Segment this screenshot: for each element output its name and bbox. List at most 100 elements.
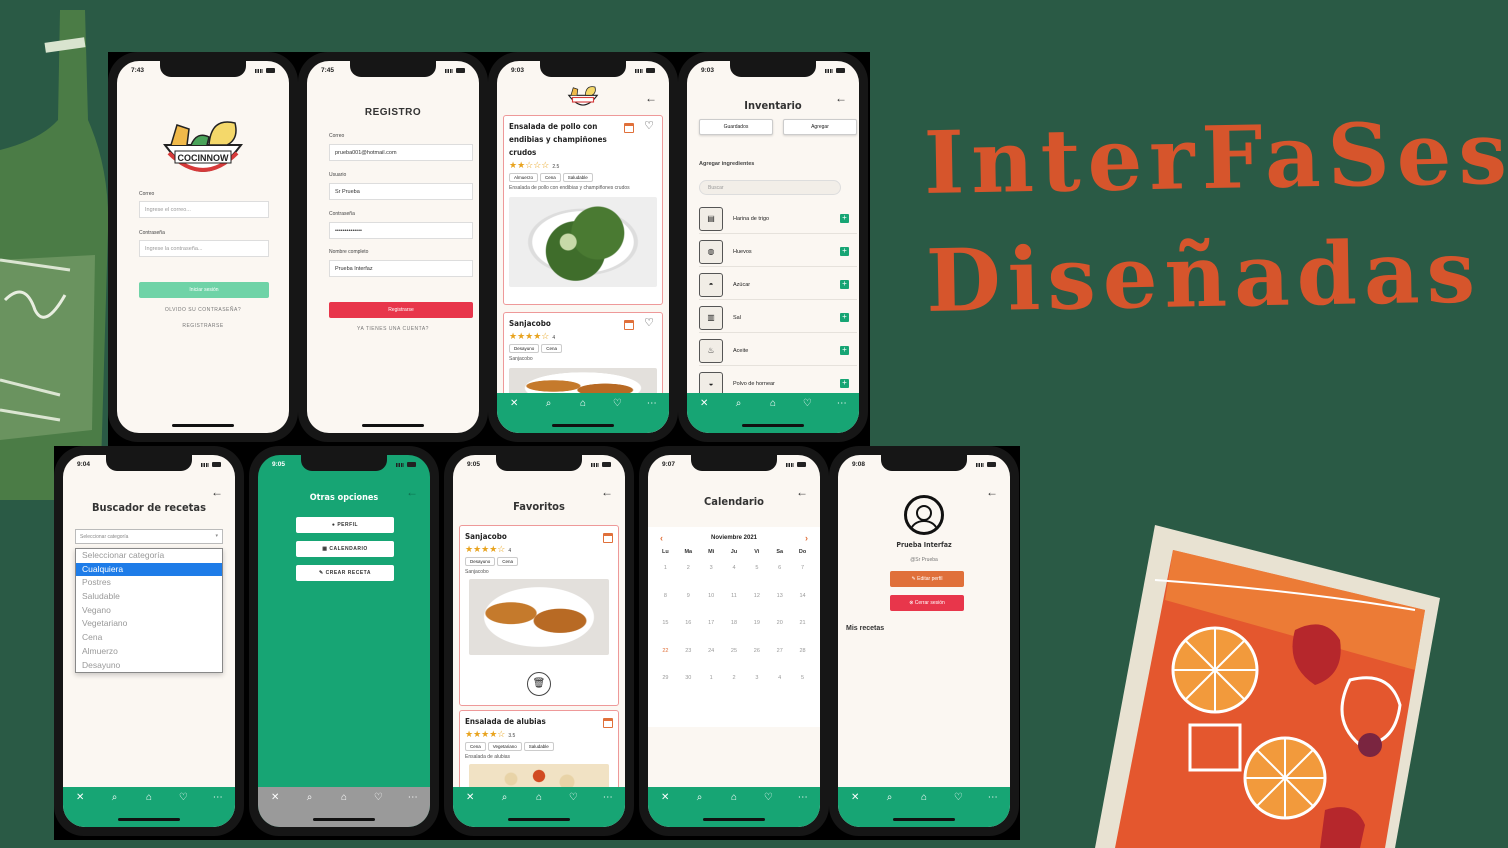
- register-button[interactable]: Registrarse: [329, 302, 473, 318]
- add-icon[interactable]: +: [840, 280, 849, 289]
- day-cell[interactable]: 13: [768, 589, 791, 617]
- day-cell[interactable]: 14: [791, 589, 814, 617]
- dropdown-option[interactable]: Vegetariano: [76, 617, 222, 631]
- tab-more-icon[interactable]: ⋯: [403, 791, 423, 805]
- fullname-field[interactable]: Prueba Interfaz: [329, 260, 473, 277]
- day-cell[interactable]: 20: [768, 616, 791, 644]
- day-cell[interactable]: 8: [654, 589, 677, 617]
- add-icon[interactable]: +: [840, 214, 849, 223]
- tab-favorites-icon[interactable]: ♡: [563, 791, 583, 805]
- tab-home-icon[interactable]: ⌂: [724, 791, 744, 805]
- tab-more-icon[interactable]: ⋯: [642, 397, 662, 411]
- tab-search-icon[interactable]: ⌕: [690, 791, 710, 805]
- day-cell[interactable]: 26: [745, 644, 768, 672]
- login-link[interactable]: YA TIENES UNA CUENTA?: [307, 326, 479, 332]
- tab-search-icon[interactable]: ⌕: [105, 791, 125, 805]
- day-cell[interactable]: 10: [700, 589, 723, 617]
- day-cell[interactable]: 12: [745, 589, 768, 617]
- day-cell[interactable]: 2: [677, 561, 700, 589]
- tab-favorites-icon[interactable]: ♡: [607, 397, 627, 411]
- day-cell[interactable]: 30: [677, 671, 700, 699]
- day-cell[interactable]: 23: [677, 644, 700, 672]
- register-link[interactable]: REGISTRARSE: [117, 323, 289, 329]
- dropdown-option[interactable]: Almuerzo: [76, 645, 222, 659]
- tab-favorites-icon[interactable]: ♡: [368, 791, 388, 805]
- edit-profile-button[interactable]: ✎ Editar perfil: [890, 571, 964, 587]
- day-cell[interactable]: 5: [791, 671, 814, 699]
- tab-more-icon[interactable]: ⋯: [832, 397, 852, 411]
- tab-home-icon[interactable]: ⌂: [763, 397, 783, 411]
- login-button[interactable]: Iniciar sesión: [139, 282, 269, 298]
- tab-more-icon[interactable]: ⋯: [983, 791, 1003, 805]
- favorite-card[interactable]: Sanjacobo ★★★★☆ 4 Desayuno Cena Sanjacobo …: [459, 525, 619, 706]
- day-cell[interactable]: 4: [723, 561, 746, 589]
- tab-recipes-icon[interactable]: ✕: [460, 791, 480, 805]
- tab-home-icon[interactable]: ⌂: [573, 397, 593, 411]
- recipe-card[interactable]: Ensalada de pollo con endibias y champiñ…: [503, 115, 663, 305]
- add-icon[interactable]: +: [840, 379, 849, 388]
- day-cell[interactable]: 21: [791, 616, 814, 644]
- logout-button[interactable]: ⊗ Cerrar sesión: [890, 595, 964, 611]
- day-cell[interactable]: 15: [654, 616, 677, 644]
- day-cell[interactable]: 29: [654, 671, 677, 699]
- tab-favorites-icon[interactable]: ♡: [758, 791, 778, 805]
- add-icon[interactable]: +: [840, 247, 849, 256]
- add-icon[interactable]: +: [840, 313, 849, 322]
- dropdown-option[interactable]: Vegano: [76, 604, 222, 618]
- tab-search-icon[interactable]: ⌕: [300, 791, 320, 805]
- day-cell[interactable]: 18: [723, 616, 746, 644]
- dropdown-option[interactable]: Saludable: [76, 590, 222, 604]
- category-select[interactable]: Seleccionar categoría: [75, 529, 223, 544]
- day-cell[interactable]: 24: [700, 644, 723, 672]
- tab-home-icon[interactable]: ⌂: [139, 791, 159, 805]
- password-field[interactable]: Ingrese la contraseña...: [139, 240, 269, 257]
- tab-search-icon[interactable]: ⌕: [495, 791, 515, 805]
- back-arrow-icon[interactable]: ←: [796, 485, 808, 499]
- day-cell[interactable]: 1: [654, 561, 677, 589]
- password-field[interactable]: ••••••••••••••: [329, 222, 473, 239]
- back-arrow-icon[interactable]: ←: [406, 485, 418, 499]
- tab-more-icon[interactable]: ⋯: [598, 791, 618, 805]
- tab-home-icon[interactable]: ⌂: [914, 791, 934, 805]
- calendar-icon[interactable]: [603, 533, 613, 543]
- day-cell[interactable]: 7: [791, 561, 814, 589]
- day-cell[interactable]: 19: [745, 616, 768, 644]
- email-field[interactable]: prueba001@hotmail.com: [329, 144, 473, 161]
- day-cell[interactable]: 16: [677, 616, 700, 644]
- next-month-icon[interactable]: ›: [805, 534, 808, 543]
- tab-more-icon[interactable]: ⋯: [793, 791, 813, 805]
- back-arrow-icon[interactable]: ←: [601, 485, 613, 499]
- forgot-password-link[interactable]: OLVIDO SU CONTRASEÑA?: [117, 307, 289, 313]
- back-arrow-icon[interactable]: ←: [986, 485, 998, 499]
- tab-favorites-icon[interactable]: ♡: [948, 791, 968, 805]
- day-cell[interactable]: 3: [700, 561, 723, 589]
- search-input[interactable]: Buscar: [699, 180, 841, 195]
- calendar-icon[interactable]: [624, 320, 634, 330]
- day-cell[interactable]: 5: [745, 561, 768, 589]
- day-cell[interactable]: 17: [700, 616, 723, 644]
- day-cell[interactable]: 27: [768, 644, 791, 672]
- prev-month-icon[interactable]: ‹: [660, 534, 663, 543]
- tab-recipes-icon[interactable]: ✕: [70, 791, 90, 805]
- day-cell[interactable]: 3: [745, 671, 768, 699]
- back-arrow-icon[interactable]: ←: [835, 91, 847, 105]
- dropdown-option[interactable]: Cena: [76, 631, 222, 645]
- dropdown-option[interactable]: Seleccionar categoría: [76, 549, 222, 563]
- tab-search-icon[interactable]: ⌕: [539, 397, 559, 411]
- calendar-icon[interactable]: [603, 718, 613, 728]
- delete-icon[interactable]: 🗑: [527, 672, 551, 696]
- profile-button[interactable]: ● PERFIL: [296, 517, 394, 533]
- calendar-button[interactable]: ▦ CALENDARIO: [296, 541, 394, 557]
- tab-saved[interactable]: Guardados: [699, 119, 773, 135]
- day-cell[interactable]: 25: [723, 644, 746, 672]
- tab-recipes-icon[interactable]: ✕: [655, 791, 675, 805]
- day-cell[interactable]: 2: [723, 671, 746, 699]
- back-arrow-icon[interactable]: ←: [211, 485, 223, 499]
- heart-icon[interactable]: ♡: [644, 316, 654, 329]
- dropdown-option[interactable]: Postres: [76, 576, 222, 590]
- day-cell[interactable]: 1: [700, 671, 723, 699]
- tab-search-icon[interactable]: ⌕: [729, 397, 749, 411]
- tab-home-icon[interactable]: ⌂: [334, 791, 354, 805]
- tab-search-icon[interactable]: ⌕: [880, 791, 900, 805]
- calendar-icon[interactable]: [624, 123, 634, 133]
